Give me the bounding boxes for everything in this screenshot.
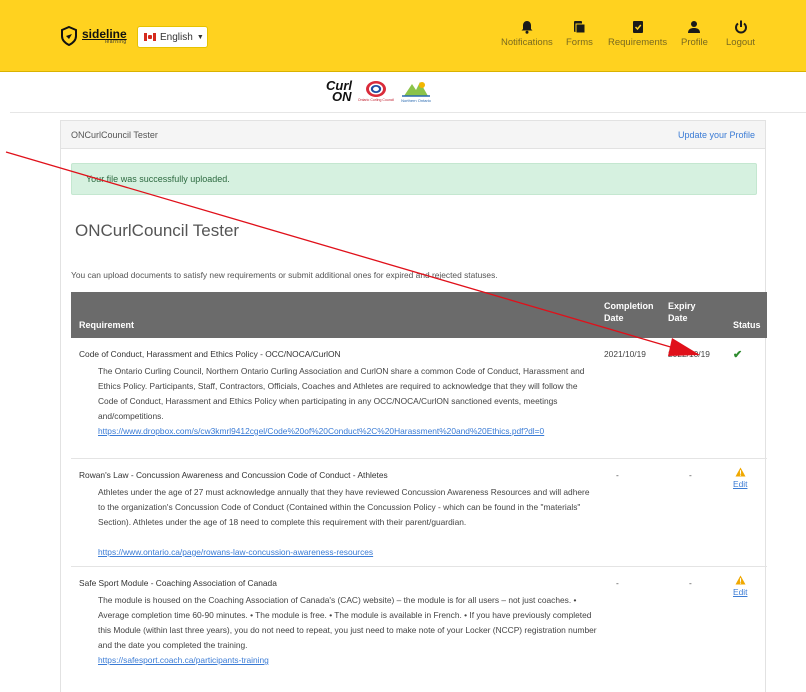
- card-header: ONCurlCouncil Tester Update your Profile: [61, 121, 765, 149]
- page-title: ONCurlCouncil Tester: [75, 221, 240, 240]
- requirement-name: Safe Sport Module - Coaching Association…: [79, 578, 277, 588]
- edit-link[interactable]: Edit: [733, 479, 747, 489]
- expiry-date: -: [689, 578, 692, 588]
- nav-profile[interactable]: Profile: [681, 20, 708, 48]
- page-divider: [10, 112, 806, 113]
- col-requirement: Requirement: [79, 320, 135, 330]
- requirement-description: Athletes under the age of 27 must acknow…: [98, 487, 590, 527]
- nav-logout[interactable]: Logout: [726, 20, 755, 48]
- completion-date: -: [616, 578, 619, 588]
- nav-label: Forms: [566, 37, 593, 48]
- col-completion-line2: Date: [604, 313, 624, 323]
- user-icon: [688, 21, 701, 33]
- noca-tree-icon: [402, 81, 430, 97]
- table-row: Rowan's Law - Concussion Awareness and C…: [71, 459, 767, 567]
- language-dropdown[interactable]: English ▼: [137, 26, 208, 48]
- occ-rings-icon: [366, 81, 386, 97]
- table-row: Safe Sport Module - Coaching Association…: [71, 567, 767, 667]
- power-icon: [734, 20, 747, 34]
- canada-flag-icon: [144, 33, 156, 41]
- nav-forms[interactable]: Forms: [566, 20, 593, 48]
- success-alert: Your file was successfully uploaded.: [71, 163, 757, 195]
- curlon-logo: Curl ON: [326, 77, 352, 104]
- logo-text: sideline: [82, 26, 127, 41]
- nav-requirements[interactable]: Requirements: [608, 20, 667, 48]
- nav-notifications[interactable]: Notifications: [501, 20, 553, 48]
- caret-down-icon: ▼: [196, 33, 204, 41]
- check-icon: ✔: [733, 349, 743, 361]
- nav-label: Notifications: [501, 37, 553, 48]
- requirement-description: The Ontario Curling Council, Northern On…: [98, 366, 585, 421]
- nav-label: Requirements: [608, 37, 668, 48]
- occ-logo: Ontario Curling Council: [358, 80, 394, 102]
- completion-date: 2021/10/19: [604, 349, 646, 359]
- update-profile-link[interactable]: Update your Profile: [678, 130, 755, 140]
- expiry-date: -: [689, 470, 692, 480]
- requirement-description: The module is housed on the Coaching Ass…: [98, 595, 597, 650]
- requirement-link[interactable]: https://www.dropbox.com/s/cw3kmrl9412cge…: [98, 424, 598, 439]
- table-row: Code of Conduct, Harassment and Ethics P…: [71, 338, 767, 459]
- sideline-logo[interactable]: sideline learning: [60, 26, 127, 46]
- expiry-date: 2022/10/19: [668, 349, 710, 359]
- language-label: English: [160, 31, 193, 43]
- intro-text: You can upload documents to satisfy new …: [71, 270, 498, 280]
- logo-subtext: learning: [104, 38, 127, 45]
- status-cell: Edit: [733, 575, 747, 597]
- card-header-name: ONCurlCouncil Tester: [71, 129, 158, 140]
- completion-date: -: [616, 470, 619, 480]
- col-status: Status: [733, 320, 761, 330]
- requirements-table: Requirement Completion Date Expiry Date …: [71, 292, 767, 667]
- requirement-name: Rowan's Law - Concussion Awareness and C…: [79, 470, 388, 480]
- top-bar: sideline learning English ▼ Notification…: [0, 0, 806, 72]
- col-completion-line1: Completion: [604, 301, 654, 311]
- clipboard-icon: [574, 21, 586, 34]
- warning-icon: [735, 575, 746, 585]
- nav-label: Profile: [681, 37, 708, 48]
- noca-logo: Northern Ontario: [400, 80, 432, 103]
- requirement-name: Code of Conduct, Harassment and Ethics P…: [79, 349, 341, 359]
- shield-logo-icon: [61, 26, 77, 46]
- col-expiry-line1: Expiry: [668, 301, 696, 311]
- warning-icon: [735, 467, 746, 477]
- status-cell: Edit: [733, 467, 747, 489]
- col-expiry-line2: Date: [668, 313, 688, 323]
- bell-icon: [521, 21, 533, 34]
- requirements-card: ONCurlCouncil Tester Update your Profile…: [60, 120, 767, 692]
- checklist-icon: [632, 21, 643, 33]
- edit-link[interactable]: Edit: [733, 587, 747, 597]
- requirement-link[interactable]: https://www.ontario.ca/page/rowans-law-c…: [98, 545, 598, 560]
- table-header: Requirement Completion Date Expiry Date …: [71, 292, 767, 338]
- status-cell: ✔: [733, 348, 742, 361]
- sponsor-logos: Curl ON Ontario Curling Council Northern…: [326, 78, 432, 104]
- requirement-link[interactable]: https://safesport.coach.ca/participants-…: [98, 653, 598, 668]
- nav-label: Logout: [726, 37, 756, 48]
